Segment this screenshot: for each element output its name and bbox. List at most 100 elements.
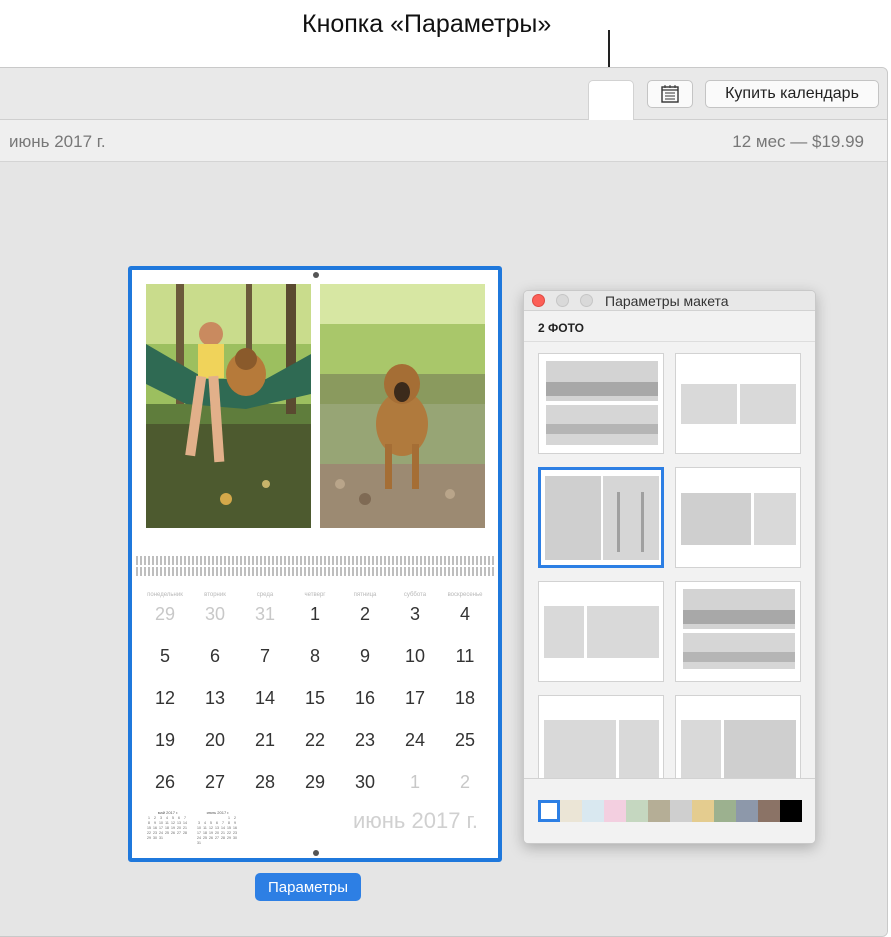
calendar-day: 7: [259, 646, 270, 666]
layout-option[interactable]: [675, 581, 801, 682]
layout-option[interactable]: [538, 695, 664, 778]
layout-option[interactable]: [538, 581, 664, 682]
mini-day: 31: [197, 841, 201, 845]
mini-calendar-title: май 2017 г.: [157, 810, 179, 815]
spiral-binding: [136, 556, 494, 576]
color-swatch[interactable]: [780, 800, 802, 822]
toolbar: Купить календарь: [0, 68, 887, 181]
close-window-button[interactable]: [532, 294, 545, 307]
callout-label: Кнопка «Параметры»: [302, 10, 552, 38]
callout: Кнопка «Параметры»: [0, 0, 891, 80]
calendar-text-icon: [661, 85, 679, 103]
calendar-day: 2: [459, 772, 470, 792]
weekday-label: суббота: [403, 592, 427, 598]
calendar-day: 24: [404, 730, 426, 750]
photo-dog-in-stream[interactable]: [320, 284, 485, 528]
weekday-label: воскресенье: [447, 592, 483, 598]
options-button[interactable]: Параметры: [255, 873, 361, 901]
calendar-day: 9: [359, 646, 370, 666]
calendar-page[interactable]: понедельник вторник среда четверг пятниц…: [128, 266, 502, 862]
calendar-day: 3: [409, 604, 420, 624]
weekday-label: среда: [256, 592, 274, 598]
current-month-label: июнь 2017 г.: [9, 132, 106, 151]
color-swatch[interactable]: [626, 800, 648, 822]
calendar-day: 14: [254, 688, 276, 708]
weekday-label: понедельник: [147, 592, 183, 598]
color-swatch[interactable]: [538, 800, 560, 822]
calendar-day: 22: [304, 730, 326, 750]
buy-calendar-button[interactable]: Купить календарь: [705, 80, 879, 108]
weekday-label: вторник: [204, 592, 226, 598]
calendar-day: 18: [454, 688, 476, 708]
layout-option[interactable]: [675, 353, 801, 454]
calendar-day: 15: [304, 688, 326, 708]
calendar-day: 30: [204, 604, 226, 624]
weekday-label: пятница: [353, 592, 377, 598]
mini-calendar-grid: 1 2 3 4 5 6 7 8 9 10 11 12 13 14 15 16 17 18 19 20 21 22 23 24 2…: [196, 816, 240, 846]
color-swatch[interactable]: [604, 800, 626, 822]
divider: [524, 341, 815, 342]
calendar-day: 17: [404, 688, 426, 708]
zoom-window-button[interactable]: [580, 294, 593, 307]
color-swatch[interactable]: [692, 800, 714, 822]
calendar-day: 4: [459, 604, 470, 624]
layout-option-selected[interactable]: [538, 467, 664, 568]
layout-option[interactable]: [538, 353, 664, 454]
calendar-day: 31: [254, 604, 276, 624]
layout-option[interactable]: [675, 695, 801, 778]
panel-titlebar[interactable]: Параметры макета: [524, 291, 815, 311]
photo-image: [320, 284, 485, 528]
photo-count-heading: 2 ФОТО: [538, 321, 584, 335]
color-swatch[interactable]: [648, 800, 670, 822]
calendar-day: 25: [454, 730, 476, 750]
mini-calendar-next: июль 2017 г. 1 2 3 4 5 6 7 8 9 10 11 12 13 14 15 16 17 18…: [196, 810, 240, 850]
calendar-day: 28: [254, 772, 276, 792]
weekday-header: понедельник вторник среда четверг пятниц…: [140, 592, 490, 598]
mini-day: 31: [159, 836, 163, 840]
mini-calendar-grid: 1 2 3 4 5 6 7 8 9 10 11 12 13 14 15 16 17 18 19 20 21 22 23 24 2…: [146, 816, 190, 841]
calendar-day: 30: [354, 772, 376, 792]
color-swatch[interactable]: [736, 800, 758, 822]
calendar-day: 23: [354, 730, 376, 750]
calendar-day: 20: [204, 730, 226, 750]
calendar-day: 11: [455, 646, 475, 666]
layout-thumbnails: [538, 353, 803, 778]
color-swatch[interactable]: [582, 800, 604, 822]
calendar-day: 29: [154, 604, 176, 624]
calendar-day: 8: [309, 646, 320, 666]
mini-day: 30: [233, 836, 237, 840]
background-color-bar: [524, 778, 815, 843]
photo-girl-dog-hammock[interactable]: [146, 284, 311, 528]
calendar-day: 2: [359, 604, 370, 624]
price-label: 12 мес — $19.99: [732, 132, 864, 151]
calendar-day: 21: [254, 730, 276, 750]
layout-option[interactable]: [675, 467, 801, 568]
minimize-window-button[interactable]: [556, 294, 569, 307]
color-swatch[interactable]: [670, 800, 692, 822]
calendar-day: 6: [209, 646, 220, 666]
weekday-label: четверг: [304, 592, 326, 598]
calendar-day: 5: [159, 646, 170, 666]
color-swatches: [538, 800, 802, 822]
calendar-day: 26: [154, 772, 176, 792]
page-month-label: июнь 2017 г.: [352, 808, 478, 833]
calendar-day: 1: [309, 604, 320, 624]
layout-options-panel: Параметры макета 2 ФОТО: [523, 290, 816, 844]
hanging-hole-bottom: [313, 850, 319, 856]
photo-image: [146, 284, 311, 528]
calendar-day: 12: [154, 688, 176, 708]
mini-day: 28: [183, 831, 187, 835]
mini-calendar-prev: май 2017 г. 1 2 3 4 5 6 7 8 9 10 11 12 13 14 15 16 17 18 1…: [146, 810, 190, 850]
panel-title: Параметры макета: [605, 293, 729, 309]
color-swatch[interactable]: [714, 800, 736, 822]
color-swatch[interactable]: [560, 800, 582, 822]
mini-calendar-title: июль 2017 г.: [206, 810, 230, 815]
hanging-hole-top: [313, 272, 319, 278]
calendar-settings-button[interactable]: [647, 80, 693, 108]
calendar-day: 10: [404, 646, 426, 666]
calendar-day: 13: [204, 688, 226, 708]
color-swatch[interactable]: [758, 800, 780, 822]
info-bar: июнь 2017 г. 12 мес — $19.99: [0, 120, 887, 162]
calendar-day: 16: [354, 688, 376, 708]
calendar-day: 29: [304, 772, 326, 792]
